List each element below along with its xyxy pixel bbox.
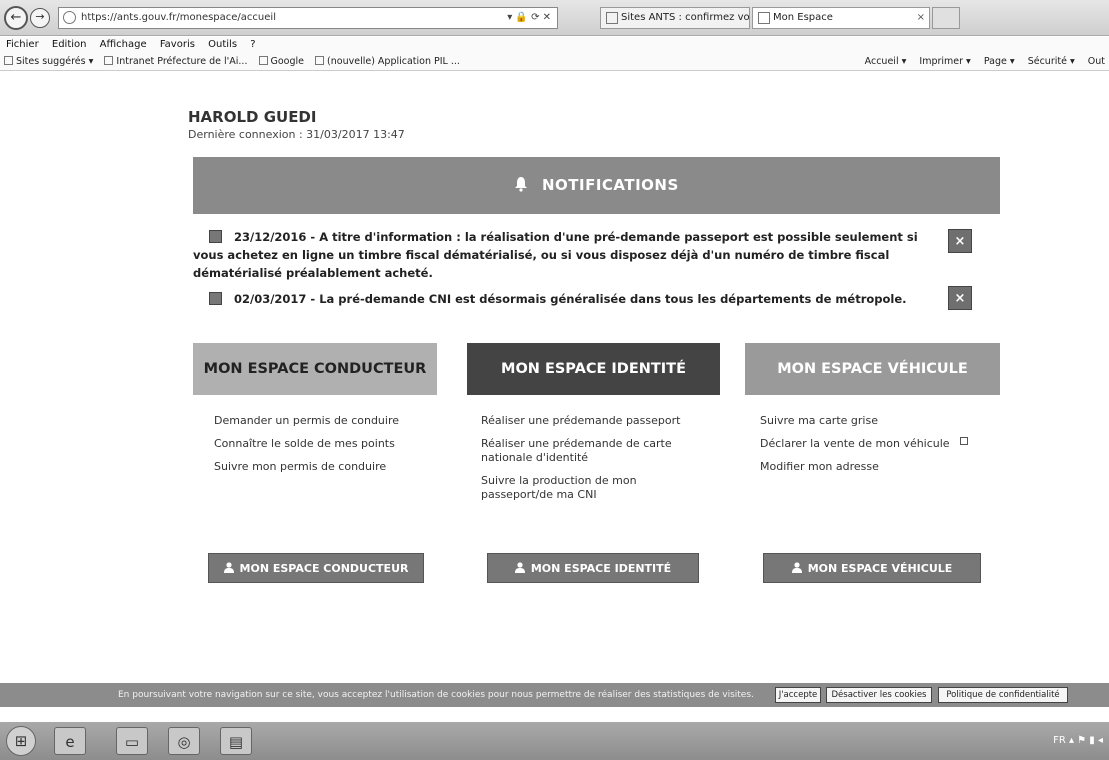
link-suivre-carte-grise[interactable]: Suivre ma carte grise [760,414,980,428]
close-tab-icon[interactable]: × [917,8,925,28]
cookie-message: En poursuivant votre navigation sur ce s… [118,690,754,700]
google-icon [258,56,268,65]
chrome-icon: ◎ [177,733,191,751]
favorites-bar: Sites suggérés ▾ Intranet Préfecture de … [0,53,1109,71]
cmd-accueil[interactable]: Accueil ▾ [865,56,907,67]
fav-intranet[interactable]: Intranet Préfecture de l'Ai... [104,56,247,67]
fav-label: Intranet Préfecture de l'Ai... [116,56,248,67]
notifications-title: NOTIFICATIONS [541,176,679,194]
link-predemande-cni[interactable]: Réaliser une prédemande de carte nationa… [481,437,711,465]
language-indicator[interactable]: FR [1053,735,1066,746]
taskbar-ie[interactable]: e [54,727,86,755]
page-icon [758,12,770,24]
cookie-accept-button[interactable]: J'accepte [775,687,821,703]
fav-label: (nouvelle) Application PIL ... [327,56,460,67]
link-predemande-passeport[interactable]: Réaliser une prédemande passeport [481,414,711,428]
fav-suggested[interactable]: Sites suggérés ▾ [4,56,93,67]
link-solde-points[interactable]: Connaître le solde de mes points [214,437,444,451]
menu-affichage[interactable]: Affichage [100,39,147,50]
cmd-securite[interactable]: Sécurité ▾ [1028,56,1075,67]
tray-icons[interactable]: ▴ ⚑ ▮ ◂ [1069,735,1103,746]
cookie-disable-button[interactable]: Désactiver les cookies [826,687,932,703]
vehicule-links: Suivre ma carte grise Déclarer la vente … [760,414,980,483]
link-declarer-vente[interactable]: Déclarer la vente de mon véhicule [760,437,980,451]
command-bar: Accueil ▾ Imprimer ▾ Page ▾ Sécurité ▾ O… [855,53,1105,71]
browser-titlebar: ← → https://ants.gouv.fr/monespace/accue… [0,0,1109,36]
cookie-banner: En poursuivant votre navigation sur ce s… [0,683,1109,707]
dismiss-notification-button[interactable]: × [948,229,972,253]
menu-fichier[interactable]: Fichier [6,39,39,50]
fav-label: Google [270,56,305,67]
cmd-page[interactable]: Page ▾ [984,56,1015,67]
fav-pil[interactable]: (nouvelle) Application PIL ... [315,56,460,67]
button-label: MON ESPACE CONDUCTEUR [239,562,409,575]
tab-espace-conducteur[interactable]: MON ESPACE CONDUCTEUR [193,343,437,395]
menu-bar: Fichier Edition Affichage Favoris Outils… [0,37,1109,53]
notification-square-icon [209,292,222,305]
link-suivre-production[interactable]: Suivre la production de mon passeport/de… [481,474,711,502]
espace-vehicule-button[interactable]: MON ESPACE VÉHICULE [763,553,981,583]
menu-edition[interactable]: Edition [52,39,87,50]
user-icon [791,562,802,573]
tab-espace-identite[interactable]: MON ESPACE IDENTITÉ [467,343,720,395]
start-button[interactable]: ⊞ [6,726,36,756]
favorite-icon [315,56,325,65]
system-tray: FR ▴ ⚑ ▮ ◂ [1053,722,1103,760]
new-tab-button[interactable] [932,7,960,29]
espace-conducteur-button[interactable]: MON ESPACE CONDUCTEUR [208,553,424,583]
espace-identite-button[interactable]: MON ESPACE IDENTITÉ [487,553,699,583]
taskbar-chrome[interactable]: ◎ [168,727,200,755]
external-link-icon [959,437,968,445]
address-bar[interactable]: https://ants.gouv.fr/monespace/accueil ▾… [58,7,558,29]
conducteur-links: Demander un permis de conduire Connaître… [214,414,444,483]
dismiss-notification-button[interactable]: × [948,286,972,310]
user-icon [223,562,234,573]
link-modifier-adresse[interactable]: Modifier mon adresse [760,460,980,474]
menu-favoris[interactable]: Favoris [160,39,195,50]
favorite-icon [4,56,13,65]
address-tools[interactable]: ▾ 🔒 ⟳ ✕ [507,8,551,28]
user-icon [514,562,525,573]
internet-explorer-icon: e [65,733,75,751]
address-text: https://ants.gouv.fr/monespace/accueil [81,12,276,23]
taskbar-explorer[interactable]: ▭ [116,727,148,755]
forward-button[interactable]: → [30,8,50,28]
notification-item: 23/12/2016 - A titre d'information : la … [193,228,943,282]
document-icon: ▤ [228,733,244,751]
tab-label: Sites ANTS : confirmez votre c... [621,12,750,23]
fav-label: Sites suggérés ▾ [16,56,94,67]
windows-logo-icon: ⊞ [14,732,28,750]
notification-text: 23/12/2016 - A titre d'information : la … [193,230,918,280]
tab-mon-espace[interactable]: Mon Espace × [752,7,930,29]
menu-outils[interactable]: Outils [208,39,237,50]
windows-taskbar: ⊞ e ▭ ◎ ▤ FR ▴ ⚑ ▮ ◂ [0,722,1109,760]
last-login: Dernière connexion : 31/03/2017 13:47 [188,128,405,141]
identite-links: Réaliser une prédemande passeport Réalis… [481,414,711,511]
user-name: HAROLD GUEDI [188,108,317,126]
link-label: Déclarer la vente de mon véhicule [760,437,950,450]
tab-espace-vehicule[interactable]: MON ESPACE VÉHICULE [745,343,1000,395]
tab-label: Mon Espace [773,12,833,23]
cmd-imprimer[interactable]: Imprimer ▾ [919,56,970,67]
link-suivre-permis[interactable]: Suivre mon permis de conduire [214,460,444,474]
notification-item: 02/03/2017 - La pré-demande CNI est déso… [193,290,943,308]
link-demander-permis[interactable]: Demander un permis de conduire [214,414,444,428]
site-favicon-icon [63,11,76,24]
notification-text: 02/03/2017 - La pré-demande CNI est déso… [234,292,907,306]
back-button[interactable]: ← [4,6,28,30]
button-label: MON ESPACE IDENTITÉ [530,562,672,575]
privacy-policy-button[interactable]: Politique de confidentialité [938,687,1068,703]
folder-icon: ▭ [124,733,140,751]
tab-ants-confirm[interactable]: Sites ANTS : confirmez votre c... [600,7,750,29]
fav-google[interactable]: Google [258,56,305,67]
notifications-banner: NOTIFICATIONS [193,157,1000,214]
taskbar-document[interactable]: ▤ [220,727,252,755]
site-icon [606,12,618,24]
menu-help[interactable]: ? [250,39,255,50]
bell-icon [515,177,528,192]
favorite-icon [104,56,114,65]
button-label: MON ESPACE VÉHICULE [807,562,953,575]
notification-square-icon [209,230,222,243]
cmd-outils[interactable]: Out [1088,56,1105,67]
